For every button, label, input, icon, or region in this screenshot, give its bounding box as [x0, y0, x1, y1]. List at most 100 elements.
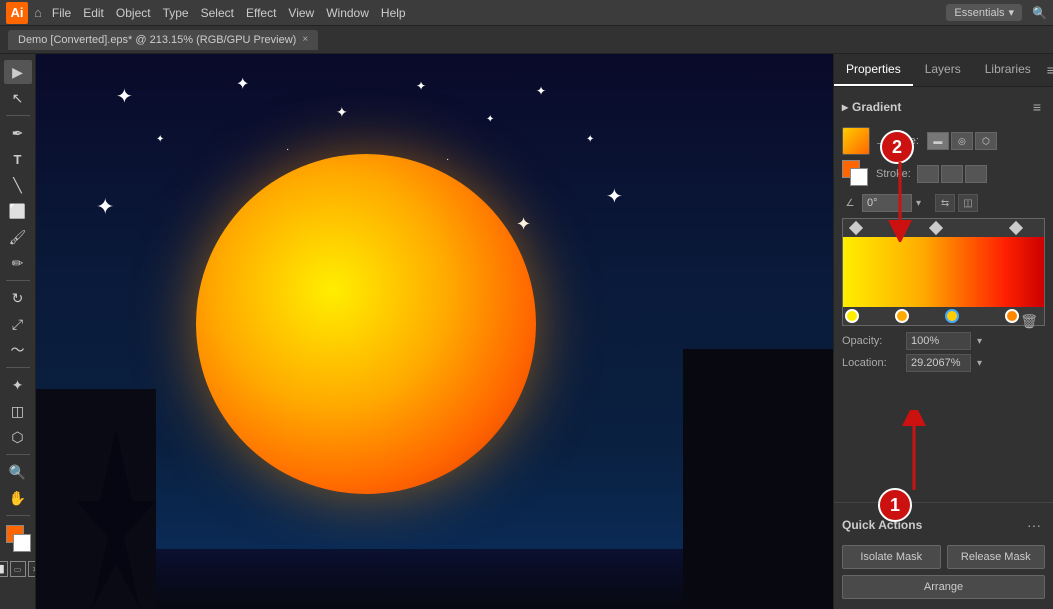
- opacity-label: Opacity:: [842, 335, 900, 347]
- reverse-gradient-btn[interactable]: ⇆: [935, 194, 955, 212]
- quick-actions-more-btn[interactable]: ···: [1023, 513, 1045, 537]
- zoom-tool[interactable]: 🔍: [4, 460, 32, 484]
- shape-tool[interactable]: ⬜: [4, 199, 32, 223]
- none-btn[interactable]: ✕: [28, 561, 37, 577]
- gradient-panel: ▸ Gradient ≡ → Type: ▬ ◎ ⬡: [834, 87, 1053, 502]
- gradient-tool[interactable]: ◫: [4, 399, 32, 423]
- location-input[interactable]: [906, 354, 971, 372]
- menu-type[interactable]: Type: [163, 6, 189, 20]
- line-tool[interactable]: ╲: [4, 173, 32, 197]
- menu-view[interactable]: View: [288, 6, 314, 20]
- background-color[interactable]: [13, 534, 31, 552]
- menu-select[interactable]: Select: [201, 6, 234, 20]
- pencil-tool[interactable]: ✏: [4, 251, 32, 275]
- bottom-stop-2[interactable]: [895, 309, 909, 323]
- workspace-selector[interactable]: Essentials ▾: [946, 4, 1022, 21]
- fill-btn[interactable]: ⬜: [0, 561, 8, 577]
- gradient-stroke-row: Stroke:: [842, 160, 1045, 188]
- direct-selection-tool[interactable]: ↖: [4, 86, 32, 110]
- hand-tool[interactable]: ✋: [4, 486, 32, 510]
- workspace-dropdown-icon: ▾: [1009, 6, 1015, 19]
- arrange-btn[interactable]: Arrange: [842, 575, 1045, 599]
- gradient-type-radial-btn[interactable]: ◎: [951, 132, 973, 150]
- home-icon[interactable]: ⌂: [34, 5, 42, 20]
- bottom-stop-3[interactable]: [945, 309, 959, 323]
- gradient-fill-swatch[interactable]: [842, 127, 870, 155]
- type-tool[interactable]: T: [4, 147, 32, 171]
- moon-circle[interactable]: [196, 154, 536, 494]
- color-mode-btns: ⬜ ▭ ✕: [0, 561, 36, 577]
- gradient-type-label: Type:: [892, 135, 919, 147]
- gradient-small-btn[interactable]: ▭: [10, 561, 26, 577]
- workspace-label: Essentials: [954, 7, 1004, 19]
- document-tab[interactable]: Demo [Converted].eps* @ 213.15% (RGB/GPU…: [8, 30, 318, 50]
- location-dropdown-arrow[interactable]: ▾: [977, 358, 982, 369]
- star-9: ✦: [96, 194, 114, 220]
- stroke-type-2[interactable]: [941, 165, 963, 183]
- stroke-type-1[interactable]: [917, 165, 939, 183]
- blend-tool[interactable]: ⬡: [4, 425, 32, 449]
- quick-actions-section: Quick Actions ··· Isolate Mask Release M…: [834, 502, 1053, 609]
- opacity-dropdown-arrow[interactable]: ▾: [977, 336, 982, 347]
- right-area: Essentials ▾ 🔍: [946, 4, 1047, 21]
- gradient-bar: [843, 237, 1044, 307]
- menu-help[interactable]: Help: [381, 6, 406, 20]
- location-label: Location:: [842, 357, 900, 369]
- gradient-editor[interactable]: 🗑: [842, 218, 1045, 326]
- warp-tool[interactable]: 〜: [4, 338, 32, 362]
- canvas-content[interactable]: ✦ ✦ ✦ ✦ ✦ ✦ ✦ ✦ ✦ ✦ ✦ ✦ · ·: [36, 54, 833, 609]
- gradient-angle-row: ∠ ▾ ⇆ ◫: [842, 194, 1045, 212]
- rotate-tool[interactable]: ↻: [4, 286, 32, 310]
- menu-file[interactable]: File: [52, 6, 71, 20]
- scale-tool[interactable]: ⤢: [4, 312, 32, 336]
- isolate-mask-btn[interactable]: Isolate Mask: [842, 545, 941, 569]
- location-row: Location: ▾: [842, 354, 1045, 372]
- panel-more-btn[interactable]: ≡: [1043, 58, 1053, 82]
- menu-edit[interactable]: Edit: [83, 6, 104, 20]
- color-selector[interactable]: [4, 525, 32, 555]
- gradient-type-buttons: ▬ ◎ ⬡: [927, 132, 997, 150]
- tab-libraries[interactable]: Libraries: [973, 54, 1043, 86]
- top-stop-2[interactable]: [929, 221, 943, 235]
- tab-properties[interactable]: Properties: [834, 54, 913, 86]
- top-stop-3[interactable]: [1009, 221, 1023, 235]
- trees-right: [683, 349, 833, 609]
- gradient-type-linear-btn[interactable]: ▬: [927, 132, 949, 150]
- gradient-expand-icon[interactable]: ▸: [842, 100, 848, 114]
- stroke-bg-swatch[interactable]: [850, 168, 868, 186]
- tab-layers[interactable]: Layers: [913, 54, 973, 86]
- bottom-stop-1[interactable]: [845, 309, 859, 323]
- canvas-area[interactable]: 0 100 200 300 400 500 600 ✦ ✦ ✦ ✦ ✦ ✦ ✦ …: [36, 54, 833, 609]
- star-6: ✦: [156, 134, 164, 145]
- menu-effect[interactable]: Effect: [246, 6, 276, 20]
- top-stop-1[interactable]: [849, 221, 863, 235]
- angle-dropdown-arrow[interactable]: ▾: [916, 198, 921, 209]
- toolbar-left: ▶ ↖ ✒ T ╲ ⬜ 🖌 ✏ ↻ ⤢ 〜 ✦ ◫ ⬡ 🔍 ✋ ⬜ ▭ ✕: [0, 54, 36, 609]
- pen-tool[interactable]: ✒: [4, 121, 32, 145]
- toolbar-divider-3: [6, 367, 30, 368]
- stroke-gradient-btn[interactable]: ◫: [958, 194, 978, 212]
- angle-input[interactable]: [862, 194, 912, 212]
- gradient-type-freeform-btn[interactable]: ⬡: [975, 132, 997, 150]
- quick-actions-title: Quick Actions: [842, 518, 922, 532]
- tab-close-btn[interactable]: ×: [302, 34, 308, 45]
- stroke-type-3[interactable]: [965, 165, 987, 183]
- release-mask-btn[interactable]: Release Mask: [947, 545, 1046, 569]
- quick-actions-header: Quick Actions ···: [842, 513, 1045, 537]
- gradient-type-row: → Type: ▬ ◎ ⬡: [842, 127, 1045, 155]
- eyedropper-tool[interactable]: ✦: [4, 373, 32, 397]
- gradient-panel-title: ▸ Gradient: [842, 100, 901, 114]
- opacity-input[interactable]: [906, 332, 971, 350]
- star-8: ✦: [586, 134, 594, 145]
- tab-bar: Demo [Converted].eps* @ 213.15% (RGB/GPU…: [0, 26, 1053, 54]
- menu-window[interactable]: Window: [326, 6, 369, 20]
- bottom-stop-4[interactable]: [1005, 309, 1019, 323]
- selection-tool[interactable]: ▶: [4, 60, 32, 84]
- menu-object[interactable]: Object: [116, 6, 151, 20]
- paintbrush-tool[interactable]: 🖌: [4, 225, 32, 249]
- toolbar-divider-1: [6, 115, 30, 116]
- search-btn[interactable]: 🔍: [1032, 6, 1047, 20]
- delete-stop-btn[interactable]: 🗑: [1020, 313, 1038, 330]
- gradient-options-btn[interactable]: ≡: [1029, 95, 1045, 119]
- gradient-arrow-icon: →: [874, 133, 888, 149]
